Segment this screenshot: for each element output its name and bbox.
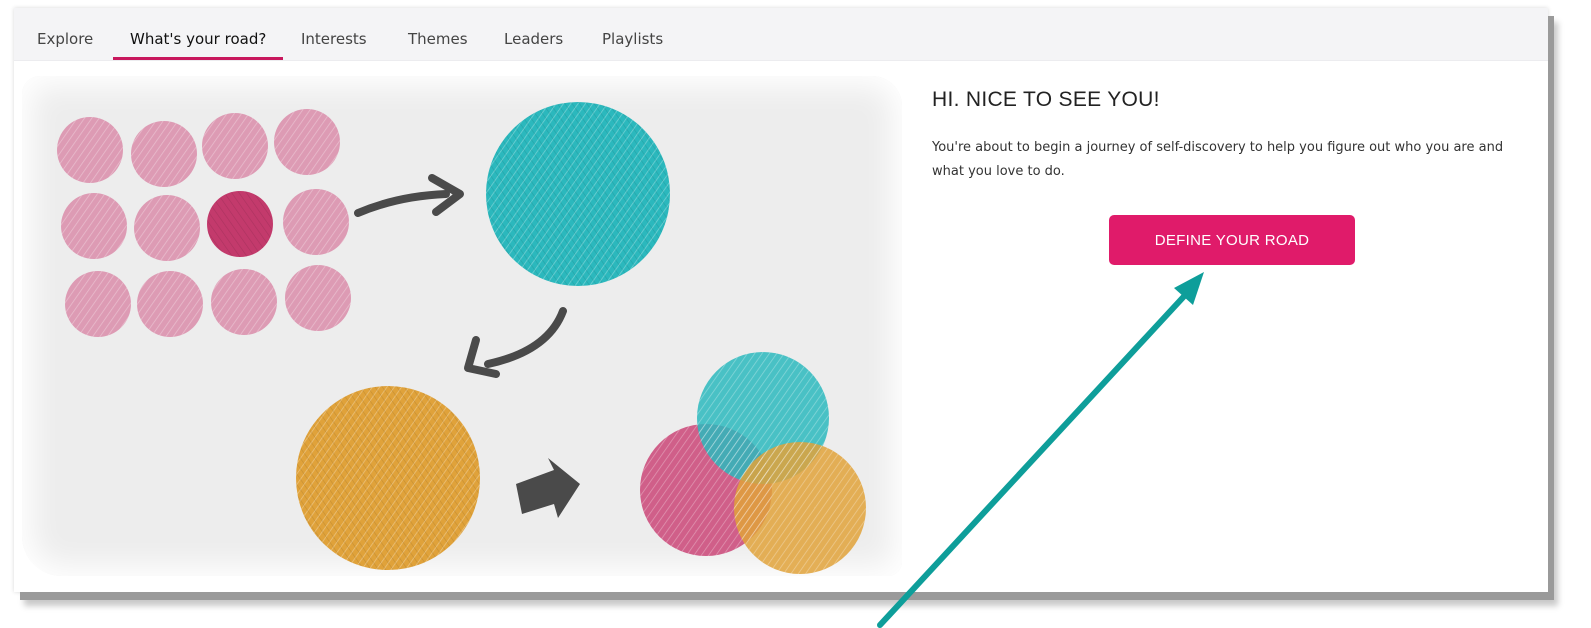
define-your-road-button[interactable]: DEFINE YOUR ROAD <box>1109 215 1355 265</box>
tab-themes[interactable]: Themes <box>408 30 468 60</box>
intro-text: You're about to begin a journey of self-… <box>932 140 1504 179</box>
tab-explore[interactable]: Explore <box>37 30 93 60</box>
teal-circle <box>486 102 670 286</box>
orange-circle <box>296 386 480 570</box>
tab-leaders[interactable]: Leaders <box>504 30 563 60</box>
self-discovery-illustration <box>18 66 918 586</box>
arrow-chunky-right-icon <box>516 458 580 518</box>
tab-interests[interactable]: Interests <box>301 30 367 60</box>
arrow-down-left-icon <box>464 307 567 378</box>
arrow-right-icon <box>354 174 464 217</box>
app-window: Explore What's your road? Interests Them… <box>14 8 1548 592</box>
tab-whats-your-road[interactable]: What's your road? <box>112 30 284 60</box>
pink-dots-grid <box>57 109 351 337</box>
venn-diagram <box>640 352 866 574</box>
tab-playlists[interactable]: Playlists <box>602 30 663 60</box>
illustration-graphic <box>57 102 866 574</box>
page-title: HI. NICE TO SEE YOU! <box>932 88 1160 111</box>
tab-bar: Explore What's your road? Interests Them… <box>14 8 1548 61</box>
